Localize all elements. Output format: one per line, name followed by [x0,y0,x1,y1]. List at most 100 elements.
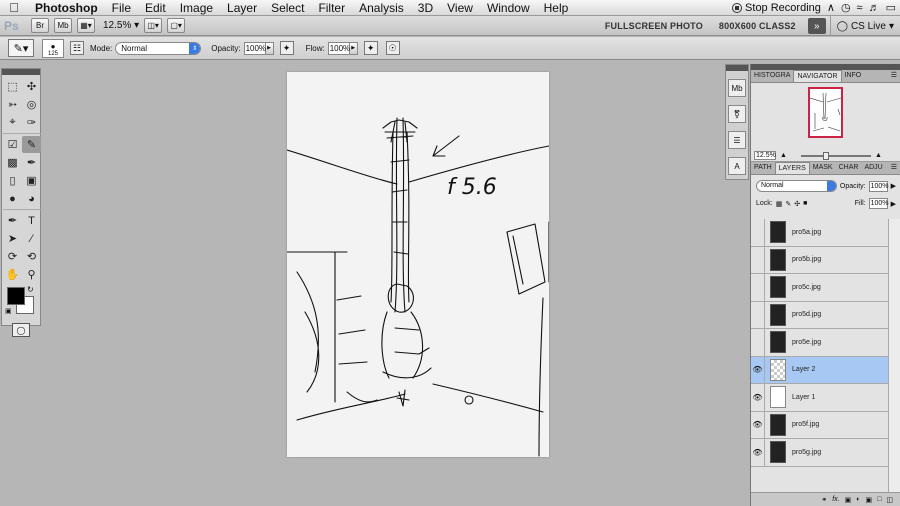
trash-icon[interactable]: ◫ [886,496,893,504]
move-tool-icon[interactable]: ✣ [22,78,41,95]
flow-input[interactable]: 100% [327,41,350,55]
navigator-zoom-slider[interactable] [800,151,871,160]
3d-orbit-tool-icon[interactable]: ⟲ [22,248,41,265]
tablet-size-pressure-icon[interactable]: ☉ [385,41,400,55]
lock-pixels-icon[interactable]: ✎ [785,200,791,208]
layer-row-selected[interactable]: 👁 Layer 2 [751,356,889,384]
layer-row[interactable]: 👁 Layer 1 [751,384,889,412]
menu-select[interactable]: Select [264,0,311,16]
menu-window[interactable]: Window [480,0,537,16]
launch-minibridge-button[interactable]: Mb [54,18,72,33]
workspace-expand-button[interactable]: » [807,18,826,34]
workspace-800x600-class2[interactable]: 800X600 CLASS2 [711,21,804,31]
crop-tool-icon[interactable]: ⌖ [3,114,22,131]
pen-tool-icon[interactable]: ✒ [3,212,22,229]
quick-selection-tool-icon[interactable]: ◎ [22,96,41,113]
new-layer-icon[interactable]: □ [877,496,881,503]
mask-icon[interactable]: ▣ [845,496,852,504]
menu-3d[interactable]: 3D [411,0,440,16]
stop-recording-button[interactable]: Stop Recording [732,2,821,14]
airbrush-icon[interactable]: ✦ [363,41,378,55]
visibility-toggle[interactable] [751,219,765,246]
screen-mode-button[interactable]: ▢▾ [167,18,186,33]
document-canvas[interactable]: f 5.6 [286,72,550,457]
layer-row[interactable]: pro5b.jpg [751,246,889,274]
3d-rotate-tool-icon[interactable]: ⟳ [3,248,22,265]
lock-transparency-icon[interactable]: ▦ [776,200,783,208]
mode-select[interactable]: Normal ⇕ [115,41,202,55]
zoom-in-icon[interactable]: ▲ [875,152,882,159]
tab-histogram[interactable]: HISTOGRA [751,70,793,82]
tab-navigator[interactable]: NAVIGATOR [793,70,842,82]
battery-icon[interactable]: ▭ [886,0,896,16]
view-extras-button[interactable]: ▦▾ [77,18,95,33]
default-colors-icon[interactable]: ▣ [5,307,12,315]
visibility-toggle[interactable] [751,274,765,301]
zoom-tool-icon[interactable]: ⚲ [22,266,41,283]
visibility-toggle[interactable] [751,301,765,328]
launch-bridge-button[interactable]: Br [31,18,49,33]
minibridge-panel-icon[interactable]: Mb [728,79,746,97]
eye-icon[interactable]: 👁 [751,356,765,383]
brush-tool-icon[interactable]: ✎ [22,136,41,153]
zoom-level[interactable]: 12.5% ▾ [103,20,139,31]
lock-position-icon[interactable]: ✣ [794,200,800,208]
adjustment-icon[interactable]: ◐ [856,496,860,503]
blend-mode-select[interactable]: Normal [756,180,837,192]
bluetooth-icon[interactable]: ∧ [827,0,835,16]
link-icon[interactable]: ⚭ [821,496,827,504]
layer-row[interactable]: 👁 pro5g.jpg [751,439,889,467]
dock-header[interactable] [726,65,748,71]
healing-brush-tool-icon[interactable]: ☑ [3,136,22,153]
lasso-tool-icon[interactable]: ➳ [3,96,22,113]
menu-app-name[interactable]: Photoshop [28,0,105,16]
layers-panel-menu-icon[interactable]: ☰ [891,163,897,171]
tab-info[interactable]: INFO [842,70,865,82]
volume-icon[interactable]: ♬ [869,0,880,16]
layer-row[interactable]: pro5a.jpg [751,219,889,247]
cs-live-button[interactable]: ◯ CS Live ▾ [829,16,900,36]
menu-filter[interactable]: Filter [311,0,352,16]
character-panel-icon[interactable]: A [728,157,746,175]
clone-stamp-tool-icon[interactable]: ▩ [3,154,22,171]
tool-preset-picker[interactable]: ✎ ▾ [8,39,34,57]
type-tool-icon[interactable]: T [22,212,41,229]
quick-mask-icon[interactable]: ◯ [12,323,30,337]
arrange-documents-button[interactable]: ◫▾ [144,18,163,33]
blur-tool-icon[interactable]: ● [3,190,22,207]
opacity-input[interactable]: 100% [243,41,266,55]
zoom-out-icon[interactable]: ▲ [780,152,787,159]
menu-edit[interactable]: Edit [138,0,173,16]
eye-icon[interactable]: 👁 [751,384,765,411]
layer-opacity-input[interactable]: 100% [868,180,889,192]
tablet-opacity-pressure-icon[interactable]: ✦ [279,41,294,55]
clock-icon[interactable]: ◷ [841,0,851,16]
navigator-zoom-input[interactable]: 12.5% [754,151,776,160]
zoom-slider-knob[interactable] [822,151,829,160]
path-selection-tool-icon[interactable]: ➤ [3,230,22,247]
menu-analysis[interactable]: Analysis [352,0,411,16]
folder-icon[interactable]: ▣ [866,496,873,504]
layer-opacity-dropdown-icon[interactable]: ▶ [891,182,896,190]
menu-file[interactable]: File [105,0,138,16]
menu-layer[interactable]: Layer [220,0,264,16]
tab-layers[interactable]: LAYERS [774,162,810,174]
menu-view[interactable]: View [440,0,480,16]
layer-row[interactable]: pro5e.jpg [751,329,889,357]
gradient-tool-icon[interactable]: ▣ [22,172,41,189]
layer-row[interactable]: pro5d.jpg [751,301,889,329]
lock-all-icon[interactable]: ■ [803,200,807,207]
wifi-icon[interactable]: ≈ [857,0,863,16]
visibility-toggle[interactable] [751,329,765,356]
layer-row[interactable]: 👁 pro5f.jpg [751,411,889,439]
layers-scrollbar[interactable] [888,219,900,499]
visibility-toggle[interactable] [751,246,765,273]
brush-preset-picker[interactable]: ● 125 [42,38,64,58]
foreground-color-swatch[interactable] [7,287,25,305]
tab-masks[interactable]: MASK [810,162,836,174]
fill-dropdown-icon[interactable]: ▶ [891,200,896,208]
menu-help[interactable]: Help [537,0,576,16]
fx-icon[interactable]: fx. [832,496,839,503]
fill-input[interactable]: 100% [868,198,889,209]
tab-paths[interactable]: PATH [751,162,775,174]
